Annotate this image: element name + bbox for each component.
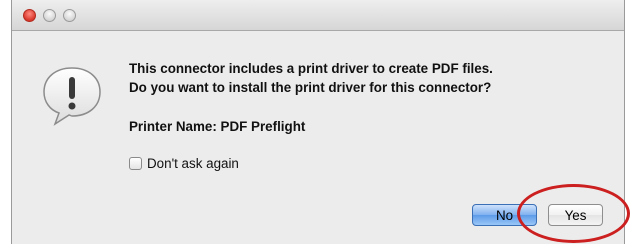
printer-name-label: Printer Name: PDF Preflight	[129, 119, 306, 134]
no-button[interactable]: No	[472, 204, 537, 226]
dialog-message: This connector includes a print driver t…	[129, 59, 493, 97]
dialog-content: This connector includes a print driver t…	[12, 31, 624, 244]
alert-exclamation-icon	[43, 67, 101, 126]
yes-button[interactable]: Yes	[548, 204, 603, 226]
dont-ask-again-checkbox[interactable]	[129, 157, 142, 170]
minimize-button[interactable]	[43, 9, 56, 22]
message-line-2: Do you want to install the print driver …	[129, 80, 492, 95]
message-line-1: This connector includes a print driver t…	[129, 61, 493, 76]
dont-ask-again-label[interactable]: Don't ask again	[147, 156, 239, 171]
dont-ask-again-row[interactable]: Don't ask again	[129, 156, 239, 171]
title-bar	[12, 0, 624, 31]
dialog-window: This connector includes a print driver t…	[11, 0, 625, 244]
zoom-button[interactable]	[63, 9, 76, 22]
close-button[interactable]	[23, 9, 36, 22]
